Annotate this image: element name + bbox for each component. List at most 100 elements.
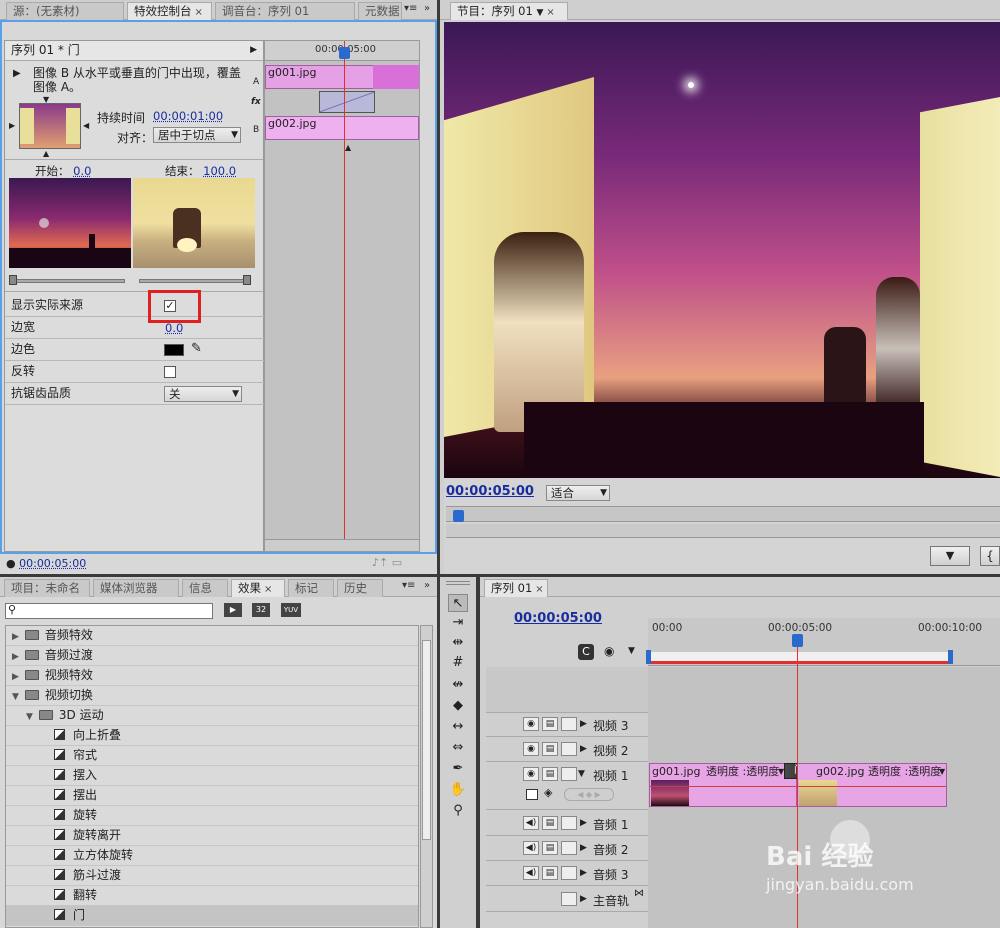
sync-lock-icon[interactable] xyxy=(561,742,577,756)
expand-icon[interactable]: ▶ xyxy=(580,843,587,853)
chevron-right-icon[interactable]: ▶ xyxy=(12,652,19,662)
effects-tree-item[interactable]: 摆入 xyxy=(6,766,418,786)
ripple-edit-tool-icon[interactable]: ⇹ xyxy=(448,634,468,652)
tab-info[interactable]: 信息 xyxy=(182,579,228,597)
sync-lock-icon[interactable] xyxy=(561,767,577,781)
zoom-tool-icon[interactable]: ⚲ xyxy=(448,802,468,820)
chevron-down-icon[interactable]: ▼ xyxy=(26,712,33,722)
panel-menu-icon[interactable]: ▾≡ xyxy=(404,3,417,14)
play-transition-icon[interactable]: ▶ xyxy=(13,68,21,79)
end-slider-handle[interactable] xyxy=(243,275,251,285)
expand-icon[interactable]: ▶ xyxy=(580,719,587,729)
reverse-checkbox[interactable] xyxy=(164,366,176,378)
effects-tree-folder[interactable]: ▶ 音频特效 xyxy=(6,626,418,646)
32bit-effects-icon[interactable]: 32 xyxy=(252,603,270,617)
end-slider[interactable] xyxy=(139,279,251,283)
sync-lock-icon[interactable] xyxy=(561,717,577,731)
work-area-end[interactable] xyxy=(948,650,953,664)
tab-effects[interactable]: 效果 × xyxy=(231,579,285,597)
close-icon[interactable]: × xyxy=(546,7,554,18)
panel-expand-icon[interactable]: » xyxy=(424,3,430,14)
speaker-icon[interactable]: ◀) xyxy=(523,816,539,830)
effects-tree-item[interactable]: 帘式 xyxy=(6,746,418,766)
slip-tool-icon[interactable]: ↔ xyxy=(448,718,468,736)
effects-tree-item[interactable]: 旋转 xyxy=(6,806,418,826)
chevron-down-icon[interactable]: ▼ xyxy=(939,765,945,779)
keyframe-icon[interactable]: ◈ xyxy=(544,786,552,799)
chevron-down-icon[interactable]: ▼ xyxy=(12,692,19,702)
keyframe-nav[interactable]: ◀ ◆ ▶ xyxy=(564,788,614,801)
panel-expand-icon[interactable]: » xyxy=(424,580,430,591)
mini-clip-b[interactable]: g002.jpg xyxy=(265,116,419,140)
lock-icon[interactable]: ▤ xyxy=(542,816,558,830)
effects-tree-item[interactable]: 立方体旋转 xyxy=(6,846,418,866)
sync-lock-icon[interactable] xyxy=(561,866,577,880)
expand-icon[interactable]: ▶ xyxy=(580,744,587,754)
hand-tool-icon[interactable]: ✋ xyxy=(448,781,468,799)
razor-tool-icon[interactable]: ◆ xyxy=(448,697,468,715)
lock-icon[interactable]: ▤ xyxy=(542,742,558,756)
tab-source[interactable]: 源：(无素材) xyxy=(6,2,124,20)
expand-icon[interactable]: ▶ xyxy=(580,868,587,878)
mini-playhead-handle[interactable] xyxy=(339,47,350,59)
timeline-clip-g001[interactable]: g001.jpg 透明度 :透明度 ▼ xyxy=(649,763,797,807)
track-select-tool-icon[interactable]: ⇥ xyxy=(448,614,468,632)
speaker-icon[interactable]: ◀) xyxy=(523,866,539,880)
fit-dropdown[interactable]: 适合 xyxy=(546,485,610,501)
speaker-icon[interactable]: ◀) xyxy=(523,841,539,855)
add-marker-icon[interactable]: ▼ xyxy=(628,646,635,656)
eye-icon[interactable]: ◉ xyxy=(523,767,539,781)
play-icon[interactable]: ▶ xyxy=(250,41,257,60)
pen-tool-icon[interactable]: ✒ xyxy=(448,760,468,778)
snap-icon[interactable]: C xyxy=(578,644,594,660)
timeline-timecode[interactable]: 00:00:05:00 xyxy=(514,611,602,626)
effects-tree-folder[interactable]: ▶ 视频特效 xyxy=(6,666,418,686)
duration-value[interactable]: 00:00:01:00 xyxy=(153,109,223,123)
collapse-icon[interactable]: ▼ xyxy=(578,769,585,779)
accelerated-effects-icon[interactable]: ▶ xyxy=(224,603,242,617)
lock-icon[interactable]: ▤ xyxy=(542,717,558,731)
selection-tool-icon[interactable]: ↖ xyxy=(448,594,468,612)
sync-lock-icon[interactable] xyxy=(561,841,577,855)
chevron-right-icon[interactable]: ▶ xyxy=(12,632,19,642)
work-area-bar[interactable] xyxy=(648,652,952,664)
scrollbar-thumb[interactable] xyxy=(422,640,431,840)
work-area-start[interactable] xyxy=(646,650,651,664)
rolling-edit-tool-icon[interactable]: # xyxy=(448,654,468,672)
expand-icon[interactable]: ▶ xyxy=(580,894,587,904)
start-slider[interactable] xyxy=(11,279,125,283)
eyedropper-icon[interactable]: ✎ xyxy=(191,341,202,356)
end-value[interactable]: 100.0 xyxy=(203,164,236,178)
start-value[interactable]: 0.0 xyxy=(73,164,91,178)
effects-tree-item[interactable]: 门 xyxy=(6,906,418,926)
effects-tree-folder[interactable]: ▼ 视频切换 xyxy=(6,686,418,706)
slide-tool-icon[interactable]: ⇔ xyxy=(448,739,468,757)
effects-tree-item[interactable]: 摆出 xyxy=(6,786,418,806)
chevron-right-icon[interactable]: ▶ xyxy=(12,672,19,682)
tab-media-browser[interactable]: 媒体浏览器 xyxy=(93,579,179,597)
mini-scrollbar[interactable] xyxy=(265,539,419,551)
timeline-clip-g002[interactable]: g002.jpg 透明度 :透明度 ▼ xyxy=(797,763,947,807)
tab-markers[interactable]: 标记 xyxy=(288,579,334,597)
tab-sequence[interactable]: 序列 01 × xyxy=(484,579,548,597)
effects-tree-item[interactable]: 筋斗过渡 xyxy=(6,866,418,886)
close-icon[interactable]: × xyxy=(535,584,543,595)
tab-metadata[interactable]: 元数据 xyxy=(358,2,402,20)
program-scrollbar[interactable] xyxy=(446,524,1000,538)
antialias-dropdown[interactable]: 关 xyxy=(164,386,242,402)
chevron-down-icon[interactable]: ▼ xyxy=(536,8,543,18)
tab-effect-controls[interactable]: 特效控制台 × xyxy=(127,2,212,20)
effects-scrollbar[interactable] xyxy=(420,625,433,928)
sync-lock-icon[interactable] xyxy=(561,816,577,830)
close-icon[interactable]: × xyxy=(264,584,272,595)
panel-menu-icon[interactable]: ▾≡ xyxy=(402,580,415,591)
mini-playhead[interactable] xyxy=(344,41,345,551)
marker-button[interactable]: ▼ xyxy=(930,546,970,566)
effects-tree-item[interactable]: 旋转离开 xyxy=(6,826,418,846)
lock-icon[interactable]: ▤ xyxy=(542,841,558,855)
set-encore-marker-icon[interactable]: ◉ xyxy=(604,644,614,658)
yuv-effects-icon[interactable]: YUV xyxy=(281,603,301,617)
close-icon[interactable]: × xyxy=(195,7,203,18)
align-dropdown[interactable]: 居中于切点 xyxy=(153,127,241,143)
timeline-playhead-handle[interactable] xyxy=(792,634,803,647)
